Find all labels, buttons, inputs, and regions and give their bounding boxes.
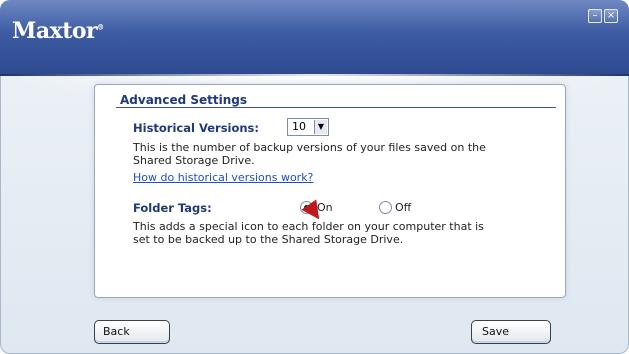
folder-tags-description-1: This adds a special icon to each folder … (133, 220, 484, 233)
historical-versions-description-1: This is the number of backup versions of… (133, 141, 486, 154)
section-title: Advanced Settings (120, 93, 248, 107)
chevron-down-icon[interactable]: ▼ (314, 120, 327, 134)
historical-versions-select[interactable]: 10 ▼ (287, 118, 329, 136)
save-button-label: Save (482, 325, 510, 338)
minimize-icon[interactable]: – (588, 9, 602, 23)
folder-tags-off-label[interactable]: Off (395, 201, 411, 214)
brand-name: Maxtor (12, 18, 98, 44)
maxtor-logo: Maxtor® (12, 18, 104, 44)
historical-versions-label: Historical Versions: (133, 121, 260, 135)
section-divider (116, 107, 556, 108)
save-button[interactable]: Save (471, 320, 551, 344)
back-button[interactable]: Back (94, 320, 170, 344)
historical-versions-value: 10 (292, 120, 306, 133)
folder-tags-off-radio[interactable] (379, 201, 392, 214)
maxtor-window: Maxtor® – × Advanced Settings Historical… (0, 0, 629, 354)
back-button-label: Back (103, 325, 130, 338)
settings-panel (94, 84, 566, 298)
folder-tags-description-2: set to be backed up to the Shared Storag… (133, 233, 404, 246)
titlebar: Maxtor® – × (0, 0, 629, 108)
folder-tags-label: Folder Tags: (133, 201, 212, 215)
historical-versions-help-link[interactable]: How do historical versions work? (133, 171, 313, 184)
close-icon[interactable]: × (604, 9, 618, 23)
historical-versions-description-2: Shared Storage Drive. (133, 154, 255, 167)
registered-mark: ® (97, 22, 104, 32)
